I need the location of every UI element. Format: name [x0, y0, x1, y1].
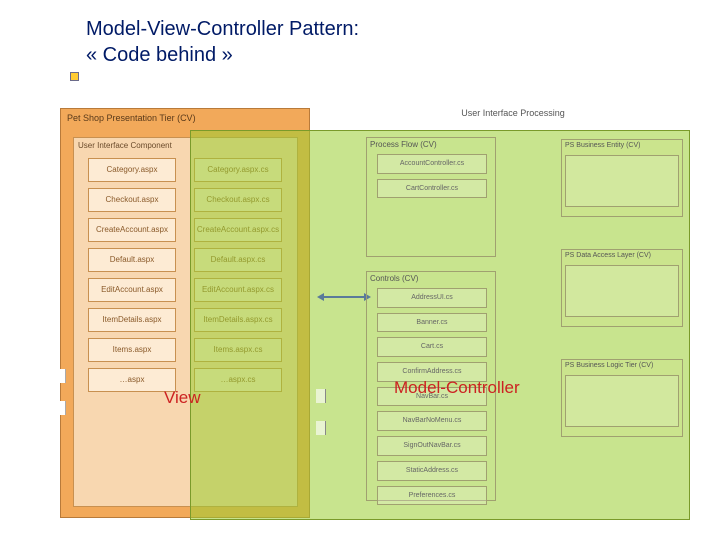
panel-notch-icon: [56, 401, 66, 415]
process-flow-title: Process Flow (CV): [367, 138, 495, 151]
box-title: PS Business Logic Tier (CV): [565, 362, 679, 369]
file-box: Category.aspx: [88, 158, 176, 182]
file-box: Checkout.aspx: [88, 188, 176, 212]
diagram-area: Pet Shop Presentation Tier (CV) User Int…: [60, 108, 700, 528]
file-box: …aspx: [88, 368, 176, 392]
file-box: StaticAddress.cs: [377, 461, 487, 481]
title-line-2: « Code behind »: [86, 42, 720, 68]
model-controller-panel: Process Flow (CV) AccountController.cs C…: [190, 130, 690, 520]
panel-notch-icon: [316, 389, 326, 403]
bidirectional-arrow-icon: [317, 289, 371, 299]
panel-notch-icon: [56, 369, 66, 383]
file-box: Cart.cs: [377, 337, 487, 357]
slide-header: Model-View-Controller Pattern: « Code be…: [0, 0, 720, 68]
presentation-tier-title: Pet Shop Presentation Tier (CV): [61, 109, 309, 127]
file-box: CartController.cs: [377, 179, 487, 199]
title-line-1: Model-View-Controller Pattern:: [86, 16, 720, 42]
file-box: ItemDetails.aspx: [88, 308, 176, 332]
box-title: PS Business Entity (CV): [565, 142, 679, 149]
file-box: EditAccount.aspx: [88, 278, 176, 302]
file-box: NavBarNoMenu.cs: [377, 411, 487, 431]
file-box: AddressUI.cs: [377, 288, 487, 308]
box-title: PS Data Access Layer (CV): [565, 252, 679, 259]
ui-processing-title: User Interface Processing: [348, 108, 678, 126]
right-column: PS Business Entity (CV) PS Data Access L…: [561, 139, 683, 469]
file-box: SignOutNavBar.cs: [377, 436, 487, 456]
data-access-box: PS Data Access Layer (CV): [561, 249, 683, 327]
panel-notch-icon: [316, 421, 326, 435]
box-inner: [565, 155, 679, 207]
view-label: View: [164, 388, 201, 408]
business-entity-box: PS Business Entity (CV): [561, 139, 683, 217]
file-box: Banner.cs: [377, 313, 487, 333]
process-flow-box: Process Flow (CV) AccountController.cs C…: [366, 137, 496, 257]
file-box: Preferences.cs: [377, 486, 487, 506]
box-inner: [565, 265, 679, 317]
file-box: Default.aspx: [88, 248, 176, 272]
aspx-column: Category.aspx Checkout.aspx CreateAccoun…: [88, 158, 176, 398]
file-box: Items.aspx: [88, 338, 176, 362]
business-logic-box: PS Business Logic Tier (CV): [561, 359, 683, 437]
bullet-icon: [70, 72, 79, 81]
controls-title: Controls (CV): [367, 272, 495, 285]
model-controller-label: Model-Controller: [394, 378, 520, 398]
box-inner: [565, 375, 679, 427]
file-box: CreateAccount.aspx: [88, 218, 176, 242]
file-box: AccountController.cs: [377, 154, 487, 174]
